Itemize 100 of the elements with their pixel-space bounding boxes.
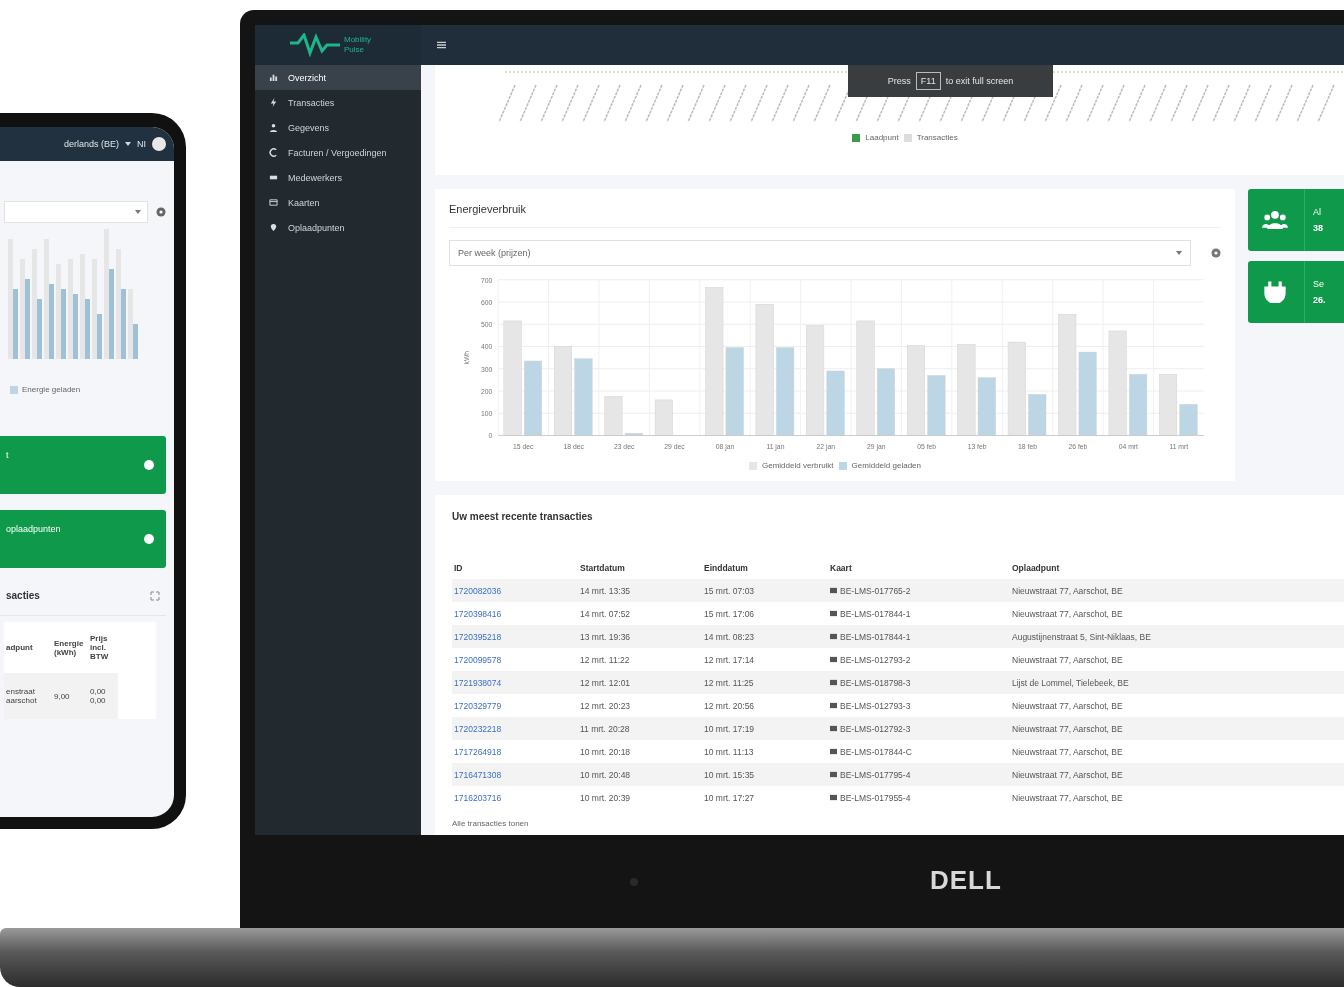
settings-icon[interactable] — [1211, 248, 1221, 258]
table-cell-text: Nieuwstraat 77, Aarschot, BE — [1012, 700, 1124, 711]
card-icon — [269, 198, 278, 207]
table-cell: BE-LMS-012793-2 — [840, 654, 911, 665]
table-cell: BE-LMS-017955-4 — [840, 792, 911, 803]
key-cap: F11 — [915, 72, 941, 90]
table-cell-text: Nieuwstraat 77, Aarschot, BE — [1012, 723, 1124, 734]
transaction-id-link[interactable]: 1716203716 — [454, 792, 580, 803]
toast-text: to exit full screen — [945, 76, 1014, 86]
legend-label: Laadpunt — [865, 133, 899, 142]
avatar-icon[interactable] — [152, 137, 166, 151]
info-icon[interactable] — [144, 460, 154, 470]
menu-icon[interactable] — [437, 41, 446, 49]
sidebar-item[interactable]: Gegevens — [255, 115, 421, 140]
table-cell-text: 12 mrt. 20:56 — [704, 700, 756, 711]
settings-icon[interactable] — [156, 207, 166, 217]
table-cell: 0,00 0,00 — [88, 673, 118, 719]
card-icon — [830, 633, 837, 640]
table-cell-text: 12 mrt. 11:25 — [704, 677, 755, 688]
legend-label: Transacties — [916, 133, 958, 142]
stat-label: Al — [1313, 207, 1322, 217]
table-cell-text: 10 mrt. 15:35 — [704, 769, 756, 780]
stat-value: 26. — [1313, 295, 1326, 305]
card-icon — [830, 725, 837, 732]
card-icon — [830, 794, 837, 801]
card-icon — [830, 748, 837, 755]
table-cell-text: 10 mrt. 20:48 — [580, 769, 632, 780]
column-header: Einddatum — [704, 562, 749, 573]
sidebar-item[interactable]: Overzicht — [255, 65, 421, 90]
table-cell-text: Nieuwstraat 77, Aarschot, BE — [1012, 769, 1124, 780]
table-cell-text: Nieuwstraat 77, Aarschot, BE — [1012, 746, 1124, 757]
table-cell-text: 11 mrt. 20:28 — [580, 723, 631, 734]
card-icon — [830, 656, 837, 663]
table-cell-text: Lijst de Lommel, Tielebeek, BE — [1012, 677, 1130, 688]
sidebar-item[interactable]: Medewerkers — [255, 165, 421, 190]
sidebar-item[interactable]: Kaarten — [255, 190, 421, 215]
card-label: t — [6, 450, 9, 460]
period-select[interactable]: Per week (prijzen) — [449, 240, 1191, 266]
table-cell: BE-LMS-017844-C — [840, 746, 912, 757]
column-header: Startdatum — [580, 562, 626, 573]
transaction-id-link[interactable]: 1720082036 — [454, 585, 580, 596]
card-icon — [830, 587, 837, 594]
table-cell-text: 15 mrt. 07:03 — [704, 585, 756, 596]
card-label: oplaadpunten — [6, 524, 61, 534]
sidebar-item[interactable]: Transacties — [255, 90, 421, 115]
table-cell-text: 10 mrt. 17:19 — [704, 723, 756, 734]
bar-chart-icon — [269, 73, 278, 82]
app-logo[interactable]: Mobility Pulse — [255, 25, 421, 65]
table-cell-text: 15 mrt. 17:06 — [704, 608, 756, 619]
transaction-id-link[interactable]: 1721938074 — [454, 677, 580, 688]
all-transactions-link[interactable]: Alle transacties tonen — [452, 819, 529, 828]
table-cell-text: 14 mrt. 07:52 — [580, 608, 632, 619]
table-cell: BE-LMS-017844-1 — [840, 631, 911, 642]
column-header: Prijs incl. BTW — [89, 633, 110, 663]
toast-text: Press — [887, 76, 911, 86]
card-icon — [830, 771, 837, 778]
user-icon — [269, 123, 278, 132]
caret-icon — [135, 210, 141, 214]
table-cell: 9,00 — [52, 673, 88, 719]
table-cell-text: 14 mrt. 08:23 — [704, 631, 756, 642]
legend-label: Gemiddeld geladen — [851, 461, 921, 470]
table-cell-text: 13 mrt. 19:36 — [580, 631, 632, 642]
euro-icon — [269, 148, 278, 157]
table-cell-text: Nieuwstraat 77, Aarschot, BE — [1012, 585, 1124, 596]
table-cell-text: Nieuwstraat 77, Aarschot, BE — [1012, 608, 1124, 619]
stat-value: 38 — [1313, 223, 1323, 233]
table-cell: BE-LMS-017765-2 — [840, 585, 911, 596]
bolt-icon — [269, 98, 278, 107]
legend-label: Gemiddeld verbruikt — [762, 461, 834, 470]
table-cell: BE-LMS-012792-3 — [840, 723, 911, 734]
sidebar-item[interactable]: Oplaadpunten — [255, 215, 421, 240]
transaction-id-link[interactable]: 1716471308 — [454, 769, 580, 780]
card-title: Energieverbruik — [449, 199, 1221, 228]
section-title: sacties — [6, 590, 40, 601]
stat-label: Se — [1313, 279, 1325, 289]
table-cell-text: 12 mrt. 11:22 — [580, 654, 631, 665]
table-cell-text: 10 mrt. 17:27 — [704, 792, 756, 803]
table-cell-text: 12 mrt. 17:14 — [704, 654, 756, 665]
transaction-id-link[interactable]: 1717264918 — [454, 746, 580, 757]
table-cell-text: 12 mrt. 12:01 — [580, 677, 632, 688]
info-icon[interactable] — [144, 534, 154, 544]
transaction-id-link[interactable]: 1720232218 — [454, 723, 580, 734]
card-icon — [830, 702, 837, 709]
table-cell: BE-LMS-017795-4 — [840, 769, 911, 780]
transaction-id-link[interactable]: 1720329779 — [454, 700, 580, 711]
transaction-id-link[interactable]: 1720099578 — [454, 654, 580, 665]
table-cell-text: Nieuwstraat 77, Aarschot, BE — [1012, 654, 1124, 665]
pin-icon — [269, 223, 278, 232]
legend-label: Energie geladen — [22, 385, 81, 394]
user-initials: NI — [137, 139, 146, 149]
laptop-brand-logo: DELL — [930, 865, 1002, 896]
language-selector[interactable]: derlands (BE) — [63, 139, 119, 149]
transaction-id-link[interactable]: 1720398416 — [454, 608, 580, 619]
column-header: Oplaadpunt — [1012, 562, 1061, 573]
card-icon — [830, 679, 837, 686]
column-header: ID — [454, 562, 464, 573]
table-cell: enstraat aarschot — [4, 673, 52, 719]
transaction-id-link[interactable]: 1720395218 — [454, 631, 580, 642]
expand-icon[interactable] — [150, 590, 160, 601]
sidebar-item[interactable]: Facturen / Vergoedingen — [255, 140, 421, 165]
